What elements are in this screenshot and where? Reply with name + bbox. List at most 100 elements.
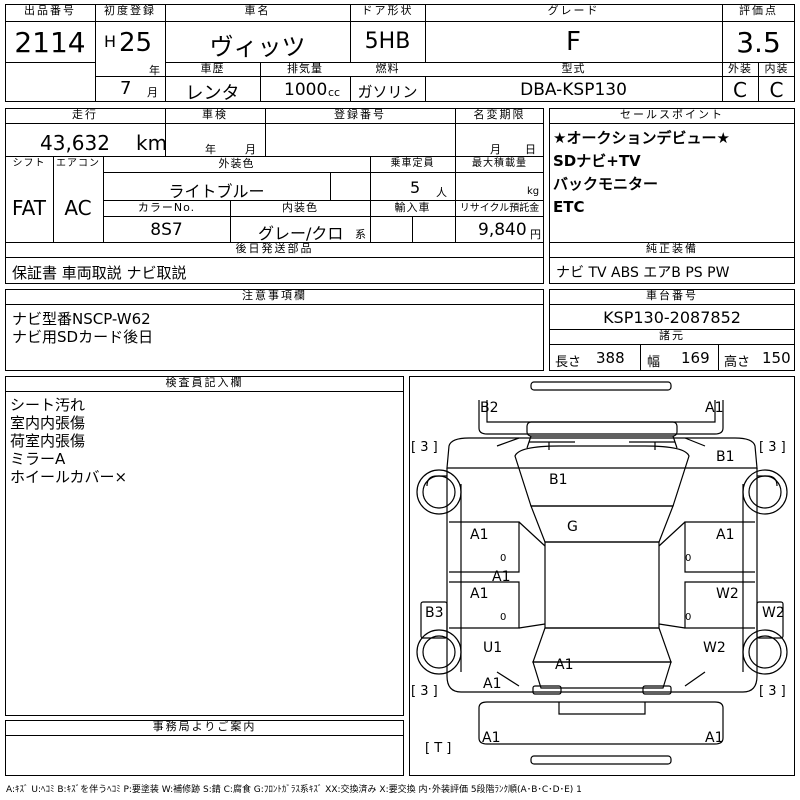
mark-a1-lr: A1 — [470, 586, 489, 602]
height: 150 — [762, 349, 791, 367]
mark-w2-r: W2 — [716, 586, 739, 602]
mark-a1-rf: A1 — [716, 527, 735, 543]
mark-b3: B3 — [425, 605, 444, 621]
displacement: 1000 — [284, 80, 328, 100]
car-diagram — [416, 381, 788, 765]
bracket-lr: [ 3 ] — [411, 684, 438, 699]
h-prefix: H — [104, 32, 117, 51]
nc-day-unit: 日 — [525, 143, 536, 156]
max-load-label: 最大積載量 — [472, 158, 527, 169]
zero-3: 0 — [500, 612, 507, 623]
bracket-rr: [ 3 ] — [759, 684, 786, 699]
cc-unit: cc — [328, 86, 341, 99]
grade: F — [566, 27, 581, 57]
first-reg-label: 初度登録 — [95, 4, 165, 22]
bracket-lf: [ 3 ] — [411, 440, 438, 455]
displacement-label: 排気量 — [287, 62, 323, 75]
sales-point-4: ETC — [553, 198, 585, 216]
month-unit: 月 — [147, 86, 158, 99]
mileage-label: 走行 — [5, 108, 165, 124]
mark-a1-front: A1 — [705, 400, 724, 416]
mark-a1-rear-r: A1 — [705, 730, 724, 746]
note-2: ナビ用SDカード後日 — [12, 328, 154, 346]
mark-w2-edge: W2 — [762, 605, 785, 621]
door-label: ドア形状 — [350, 4, 425, 22]
bracket-rf: [ 3 ] — [759, 440, 786, 455]
height-label: 高さ — [724, 355, 751, 370]
genuine: ナビ TV ABS エアB PS PW — [556, 265, 730, 281]
yen-unit: 円 — [530, 228, 541, 241]
chassis: KSP130-2087852 — [603, 308, 741, 327]
zero-2: 0 — [685, 553, 692, 564]
grade-label: グレード — [425, 4, 722, 22]
mark-b1-hood: B1 — [549, 472, 568, 488]
width: 169 — [681, 349, 710, 367]
car-name: ヴィッツ — [209, 33, 306, 61]
legend: A:ｷｽﾞ U:ﾍｺﾐ B:ｷｽﾞを伴うﾍｺﾐ P:要塗装 W:補修跡 S:錆 … — [6, 785, 582, 795]
mark-b2: B2 — [480, 400, 499, 416]
color-no: 8S7 — [150, 220, 183, 240]
ext-color-label: 外装色 — [218, 157, 255, 170]
capacity: 5 — [410, 178, 421, 197]
kg-unit: kg — [527, 186, 540, 197]
sales-point-2: SDナビ+TV — [553, 152, 641, 170]
door: 5HB — [364, 29, 411, 54]
aircon-label: エアコン — [56, 158, 100, 169]
chassis-label: 車台番号 — [549, 289, 795, 305]
specs-label: 諸元 — [549, 329, 795, 345]
zero-4: 0 — [685, 612, 692, 623]
inspection-label: 車検 — [165, 108, 265, 124]
car-name-label: 車名 — [165, 4, 350, 22]
capacity-label: 乗車定員 — [390, 158, 435, 169]
fuel-label: 燃料 — [375, 62, 400, 75]
kei-unit: 系 — [355, 228, 366, 241]
sales-point-1: ★オークションデビュー★ — [553, 129, 730, 147]
inspector-note-4: ミラーA — [10, 450, 66, 468]
name-change-label: 名変期限 — [455, 108, 544, 124]
first-reg-year: 25 — [119, 28, 153, 58]
int-color-label: 内装色 — [282, 201, 318, 214]
lot-no-label: 出品番号 — [5, 4, 95, 22]
score-label: 評価点 — [722, 4, 795, 22]
mark-a1-rear-l: A1 — [482, 730, 501, 746]
sales-point-label: セールスポイント — [549, 108, 795, 124]
inspector-label: 検査員記入欄 — [5, 376, 404, 392]
mark-a1-roof: A1 — [555, 657, 574, 673]
width-label: 幅 — [647, 355, 661, 370]
mark-g: G — [567, 519, 578, 535]
shift: FAT — [11, 196, 46, 220]
shift-label: シフト — [12, 158, 46, 169]
exterior-label: 外装 — [728, 62, 752, 75]
km-unit: km — [136, 131, 168, 155]
notes-label: 注意事項欄 — [5, 289, 544, 305]
insp-month-unit: 月 — [245, 143, 256, 156]
mark-a1-lq: A1 — [483, 676, 502, 692]
interior-grade: C — [769, 78, 784, 102]
inspector-note-3: 荷室内張傷 — [10, 432, 86, 450]
zero-1: 0 — [500, 553, 507, 564]
mark-a1-lf: A1 — [470, 527, 489, 543]
model: DBA-KSP130 — [520, 80, 627, 100]
history-label: 車歴 — [200, 62, 225, 75]
inspector-note-1: シート汚れ — [10, 396, 86, 414]
person-unit: 人 — [436, 186, 447, 199]
interior-label: 内装 — [764, 62, 789, 75]
mark-w2-rr: W2 — [703, 640, 726, 656]
fuel: ガソリン — [357, 83, 418, 101]
genuine-label: 純正装備 — [549, 242, 795, 258]
nc-month-unit: 月 — [490, 143, 501, 156]
score: 3.5 — [736, 26, 781, 59]
office-label: 事務局よりご案内 — [5, 720, 404, 736]
sales-point-3: バックモニター — [553, 175, 659, 193]
exterior-grade: C — [733, 78, 747, 102]
color-no-label: カラーNo. — [137, 201, 196, 214]
mark-t: [ T ] — [425, 741, 452, 756]
recycle-label: リサイクル預託金 — [459, 203, 540, 214]
later-parts-label: 後日発送部品 — [5, 242, 544, 258]
recycle: 9,840 — [478, 220, 527, 240]
later-parts: 保証書 車両取説 ナビ取説 — [12, 264, 187, 282]
insp-year-unit: 年 — [205, 143, 216, 156]
mark-a1-center: A1 — [492, 569, 511, 585]
int-color: グレー/クロ — [258, 224, 344, 243]
history: レンタ — [185, 83, 240, 104]
